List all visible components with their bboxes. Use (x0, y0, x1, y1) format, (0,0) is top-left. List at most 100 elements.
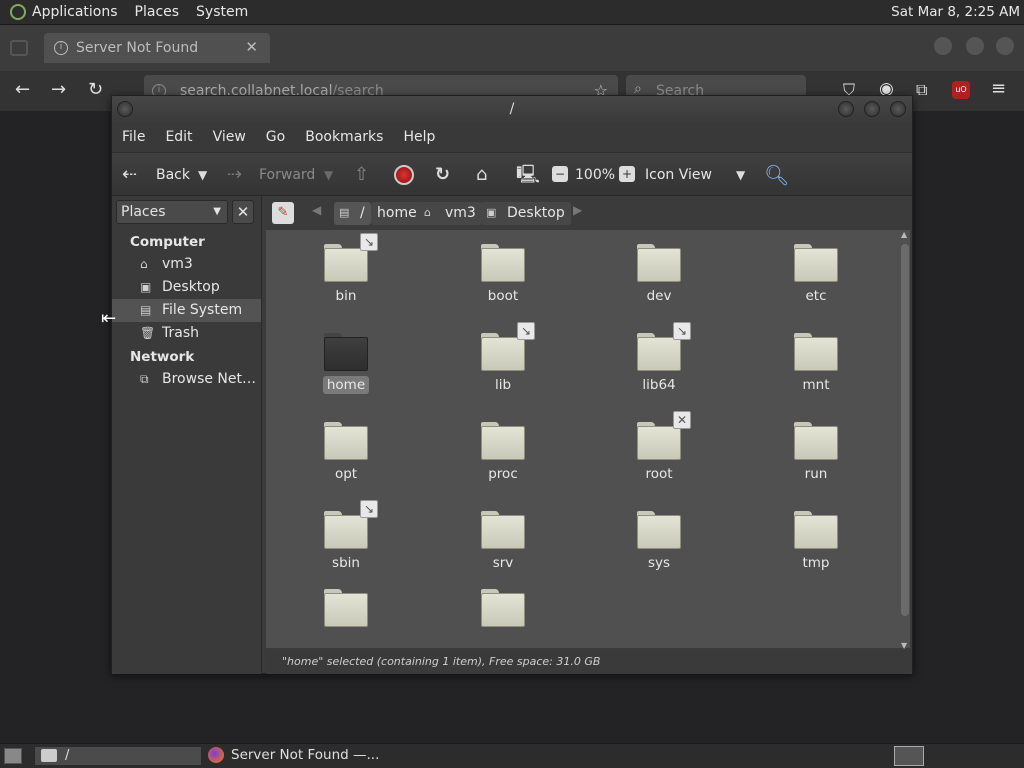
taskbar-item-browser[interactable]: Server Not Found —... (204, 746, 384, 766)
forward-button: Forward (259, 167, 316, 183)
zoom-in-icon[interactable]: + (619, 166, 635, 182)
minimize-browser-icon[interactable] (934, 37, 952, 55)
scroll-down-icon[interactable]: ▼ (901, 641, 907, 650)
file-name: dev (609, 288, 709, 304)
back-button[interactable]: Back (156, 153, 190, 197)
system-menu[interactable]: System (196, 4, 248, 20)
maximize-browser-icon[interactable] (966, 37, 984, 55)
info-icon: i (54, 41, 68, 55)
zoom-out-icon[interactable]: − (552, 166, 568, 182)
sidebar-item-desktop[interactable]: ▣ Desktop (112, 276, 261, 299)
file-item[interactable]: srv (453, 497, 553, 577)
close-sidebar-icon[interactable]: ✕ (232, 200, 254, 224)
breadcrumb-desktop[interactable]: ▣ Desktop (481, 202, 571, 225)
file-name-text: bin (335, 288, 357, 304)
stop-icon[interactable] (394, 165, 414, 185)
view-mode-select[interactable]: Icon View (645, 153, 712, 197)
tab-close-icon[interactable]: ✕ (245, 38, 258, 56)
file-manager-window: / File Edit View Go Bookmarks Help ⇠ Bac… (111, 95, 913, 674)
file-item[interactable]: proc (453, 408, 553, 488)
file-item[interactable]: ↘ bin (296, 230, 396, 310)
folder-icon (324, 589, 368, 627)
menu-bookmarks[interactable]: Bookmarks (305, 129, 383, 145)
extensions-icon[interactable]: ⧉ (916, 81, 927, 99)
maximize-icon[interactable] (864, 101, 880, 117)
breadcrumb-root[interactable]: ▤ / (334, 202, 371, 225)
browser-tab[interactable]: i Server Not Found ✕ (44, 33, 270, 63)
file-item[interactable]: boot (453, 230, 553, 310)
file-item[interactable] (296, 575, 396, 648)
home-icon[interactable]: ⌂ (476, 165, 487, 185)
file-item[interactable]: ✕ root (609, 408, 709, 488)
window-menu-icon[interactable] (117, 101, 133, 117)
view-mode-dropdown-icon[interactable]: ▼ (736, 165, 745, 185)
trash-icon: 🗑︎ (140, 326, 156, 340)
sidebar-selector-value: Places (121, 204, 166, 220)
places-menu[interactable]: Places (135, 4, 180, 20)
file-item[interactable] (453, 575, 553, 648)
top-panel: Applications Places System Sat Mar 8, 2:… (0, 0, 1024, 25)
computer-icon[interactable]: 🖳 (516, 165, 540, 185)
breadcrumb-left-icon[interactable]: ◀ (312, 203, 321, 217)
menu-go[interactable]: Go (266, 129, 285, 145)
menu-edit[interactable]: Edit (165, 129, 192, 145)
file-item[interactable]: etc (766, 230, 866, 310)
browser-reload-icon[interactable]: ↻ (88, 81, 103, 99)
file-name-text: home (322, 376, 370, 394)
file-item[interactable]: tmp (766, 497, 866, 577)
browser-forward-icon[interactable]: → (51, 81, 66, 99)
window-titlebar[interactable]: / (112, 96, 912, 122)
browser-window-buttons (934, 37, 1014, 57)
applications-menu[interactable]: Applications (32, 4, 118, 20)
sidebar-item-trash[interactable]: 🗑︎ Trash (112, 322, 261, 345)
file-item[interactable]: run (766, 408, 866, 488)
sidebar-item-vm3[interactable]: ⌂ vm3 (112, 253, 261, 276)
tab-list-icon[interactable] (10, 40, 28, 56)
file-name: run (766, 466, 866, 482)
breadcrumb-right-icon[interactable]: ▶ (573, 203, 582, 217)
breadcrumb-home[interactable]: home (371, 202, 423, 225)
breadcrumb-vm3[interactable]: ⌂ vm3 (419, 202, 482, 225)
icon-view[interactable]: ↘ bin boot dev etc home ↘ lib ↘ lib64 mnt opt proc ✕ r… (266, 230, 910, 648)
ublock-icon[interactable]: uO (952, 81, 970, 99)
reload-icon[interactable]: ↻ (435, 165, 450, 185)
browser-back-icon[interactable]: ← (15, 81, 30, 99)
close-browser-icon[interactable] (996, 37, 1014, 55)
file-name-text: run (804, 466, 828, 482)
sidebar-header-computer: Computer (130, 234, 205, 250)
scrollbar-thumb[interactable] (901, 244, 909, 616)
sidebar-item-file-system[interactable]: ▤ File System (112, 299, 261, 322)
menu-view[interactable]: View (213, 129, 246, 145)
zoom-level[interactable]: 100% (575, 153, 615, 197)
show-desktop-icon[interactable] (4, 748, 22, 764)
file-item[interactable]: opt (296, 408, 396, 488)
breadcrumb-label: Desktop (507, 205, 565, 221)
clock[interactable]: Sat Mar 8, 2:25 AM (891, 4, 1020, 20)
back-arrow-icon[interactable]: ⇠ (122, 165, 137, 185)
minimize-icon[interactable] (838, 101, 854, 117)
file-item[interactable]: ↘ sbin (296, 497, 396, 577)
menu-help[interactable]: Help (403, 129, 435, 145)
taskbar-item-file-manager[interactable]: / (34, 746, 202, 766)
file-item[interactable]: dev (609, 230, 709, 310)
file-item[interactable]: mnt (766, 319, 866, 399)
file-item[interactable]: sys (609, 497, 709, 577)
up-arrow-icon[interactable]: ⇧ (354, 165, 369, 185)
breadcrumb-label: / (360, 205, 365, 221)
sidebar-item-label: vm3 (162, 256, 193, 272)
menu-file[interactable]: File (122, 129, 145, 145)
sidebar-item-browse-network[interactable]: ⧉ Browse Net… (112, 368, 261, 391)
workspace-switcher[interactable] (894, 746, 924, 766)
close-icon[interactable] (890, 101, 906, 117)
distro-logo-icon[interactable] (10, 4, 26, 20)
file-item[interactable]: ↘ lib (453, 319, 553, 399)
hamburger-menu-icon[interactable]: ≡ (991, 80, 1006, 98)
scroll-up-icon[interactable]: ▲ (901, 230, 907, 239)
search-files-icon[interactable]: 🔍︎ (764, 165, 789, 185)
file-item[interactable]: home (296, 319, 396, 399)
back-history-dropdown-icon[interactable]: ▼ (198, 165, 207, 185)
toggle-location-entry-icon[interactable]: ✎ (272, 202, 294, 224)
file-item[interactable]: ↘ lib64 (609, 319, 709, 399)
sidebar-selector[interactable]: Places ▼ (116, 200, 228, 224)
file-name: opt (296, 466, 396, 482)
